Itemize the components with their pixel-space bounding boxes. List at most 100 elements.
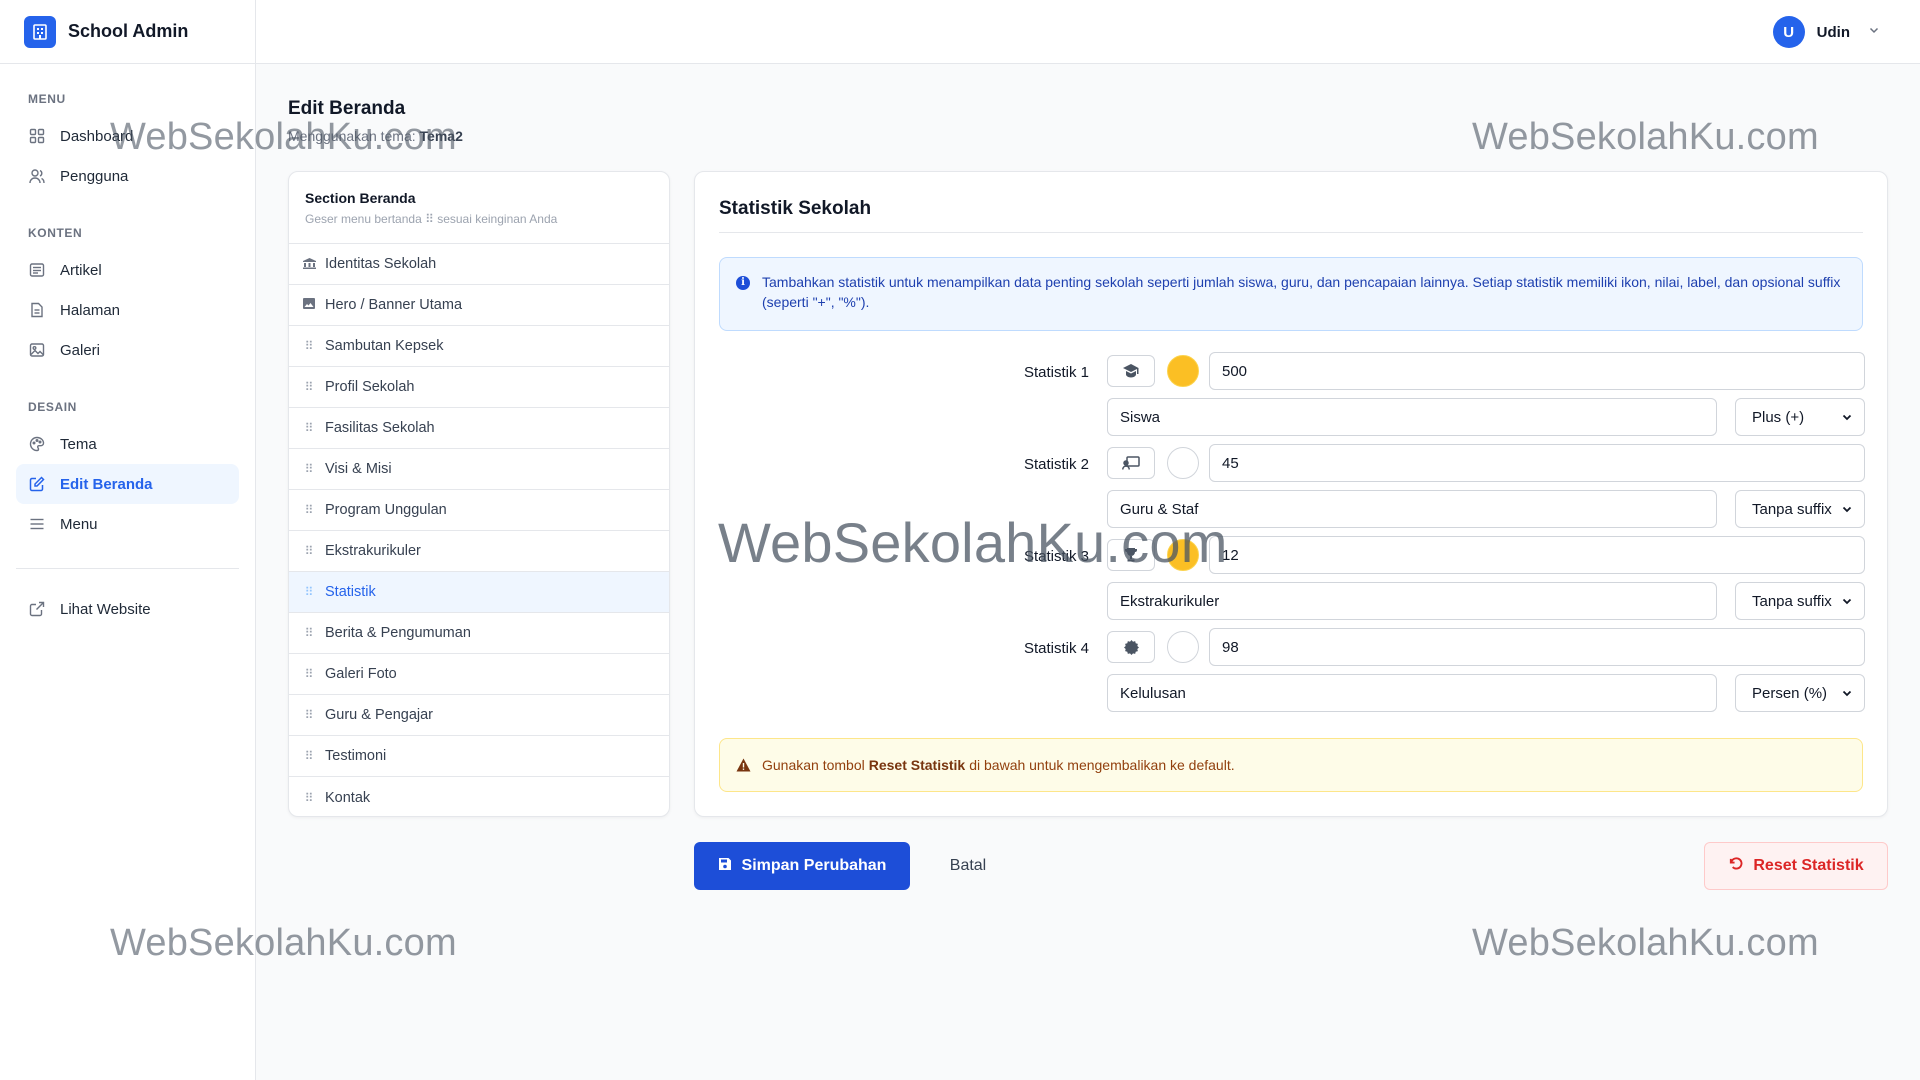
sidebar-item-pengguna[interactable]: Pengguna <box>16 156 239 196</box>
sections-title: Section Beranda <box>305 190 416 206</box>
sidebar-item-tema[interactable]: Tema <box>16 424 239 464</box>
nav-group-konten: KONTEN Artikel Halaman Galeri <box>0 196 255 370</box>
suffix-select[interactable]: Tanpa suffix <box>1735 582 1865 620</box>
drag-handle-icon[interactable]: ⠿ <box>303 339 315 353</box>
section-item-label: Ekstrakurikuler <box>325 543 421 559</box>
stat-value-input[interactable]: 500 <box>1209 352 1865 390</box>
sidebar-item-label: Edit Beranda <box>60 475 153 493</box>
warning-icon <box>736 758 751 775</box>
stat-label: Statistik 3 <box>1023 548 1089 565</box>
sidebar-item-dashboard[interactable]: Dashboard <box>16 116 239 156</box>
section-item-fasilitas-sekolah[interactable]: ⠿ Fasilitas Sekolah <box>289 408 669 449</box>
stat-name-input[interactable]: Guru & Staf <box>1107 490 1717 528</box>
stat-name-input[interactable]: Kelulusan <box>1107 674 1717 712</box>
drag-handle-icon[interactable]: ⠿ <box>303 667 315 681</box>
drag-handle-icon[interactable]: ⠿ <box>303 421 315 435</box>
section-item-label: Visi & Misi <box>325 461 392 477</box>
warning-prefix: Gunakan tombol <box>762 757 865 773</box>
suffix-select[interactable]: Tanpa suffix <box>1735 490 1865 528</box>
drag-handle-icon[interactable]: ⠿ <box>303 544 315 558</box>
section-item-label: Testimoni <box>325 748 387 764</box>
suffix-value: Tanpa suffix <box>1752 500 1832 518</box>
nav-heading: KONTEN <box>28 226 83 240</box>
menu-icon <box>28 515 46 533</box>
section-item-visi-misi[interactable]: ⠿ Visi & Misi <box>289 449 669 490</box>
sidebar-item-lihat-website[interactable]: Lihat Website <box>16 589 239 629</box>
section-item-guru-pengajar[interactable]: ⠿ Guru & Pengajar <box>289 695 669 736</box>
graduate-icon[interactable] <box>1107 355 1155 387</box>
save-button[interactable]: Simpan Perubahan <box>694 842 910 890</box>
warning-bold: Reset Statistik <box>868 757 966 773</box>
section-item-label: Fasilitas Sekolah <box>325 420 435 436</box>
sidebar-item-artikel[interactable]: Artikel <box>16 250 239 290</box>
sidebar-item-edit-beranda[interactable]: Edit Beranda <box>16 464 239 504</box>
undo-icon <box>1728 856 1743 876</box>
section-item-profil-sekolah[interactable]: ⠿ Profil Sekolah <box>289 367 669 408</box>
suffix-value: Plus (+) <box>1752 408 1805 426</box>
section-item-testimoni[interactable]: ⠿ Testimoni <box>289 736 669 777</box>
section-item-label: Program Unggulan <box>325 502 447 518</box>
section-item-program-unggulan[interactable]: ⠿ Program Unggulan <box>289 490 669 531</box>
section-item-label: Galeri Foto <box>325 666 397 682</box>
nav-heading: DESAIN <box>28 400 77 414</box>
topbar: U Udin <box>256 0 1920 64</box>
suffix-select[interactable]: Persen (%) <box>1735 674 1865 712</box>
drag-handle-icon[interactable]: ⠿ <box>303 749 315 763</box>
stat-value-input[interactable]: 12 <box>1209 536 1865 574</box>
drag-handle-icon[interactable]: ⠿ <box>303 503 315 517</box>
watermark: WebSekolahKu.com <box>1472 116 1819 158</box>
app-title: School Admin <box>68 21 189 41</box>
stat-name-input[interactable]: Ekstrakurikuler <box>1107 582 1717 620</box>
drag-handle-icon[interactable]: ⠿ <box>303 791 315 805</box>
trophy-icon[interactable] <box>1107 539 1155 571</box>
drag-handle-icon[interactable]: ⠿ <box>303 462 315 476</box>
user-menu[interactable]: U Udin <box>1772 16 1880 48</box>
sidebar-item-galeri[interactable]: Galeri <box>16 330 239 370</box>
nav-group-external: Lihat Website <box>0 589 255 629</box>
color-swatch-white[interactable] <box>1167 631 1199 663</box>
stat-value-input[interactable]: 98 <box>1209 628 1865 666</box>
section-item-ekstrakurikuler[interactable]: ⠿ Ekstrakurikuler <box>289 531 669 572</box>
image-icon <box>28 341 46 359</box>
drag-handle-icon[interactable]: ⠿ <box>303 380 315 394</box>
color-swatch-yellow[interactable] <box>1167 539 1199 571</box>
cancel-button[interactable]: Batal <box>936 842 1000 890</box>
section-item-identitas-sekolah[interactable]: Identitas Sekolah <box>289 244 669 285</box>
sidebar-item-menu[interactable]: Menu <box>16 504 239 544</box>
stat-value-input[interactable]: 45 <box>1209 444 1865 482</box>
drag-handle-icon[interactable]: ⠿ <box>303 585 315 599</box>
drag-handle-icon[interactable]: ⠿ <box>303 708 315 722</box>
newspaper-icon <box>28 261 46 279</box>
avatar: U <box>1772 16 1805 48</box>
chevron-down-icon <box>1868 23 1880 41</box>
sidebar-item-label: Galeri <box>60 341 101 359</box>
sections-panel: Section Beranda Geser menu bertanda ⠿ se… <box>288 171 670 817</box>
section-item-berita-pengumuman[interactable]: ⠿ Berita & Pengumuman <box>289 613 669 654</box>
building-icon <box>303 257 316 272</box>
sidebar-item-label: Tema <box>60 435 97 453</box>
reset-statistik-button[interactable]: Reset Statistik <box>1704 842 1888 890</box>
brand[interactable]: School Admin <box>0 0 255 64</box>
edit-icon <box>28 475 46 493</box>
stat-name-input[interactable]: Siswa <box>1107 398 1717 436</box>
color-swatch-white[interactable] <box>1167 447 1199 479</box>
drag-handle-icon[interactable]: ⠿ <box>303 626 315 640</box>
color-swatch-yellow[interactable] <box>1167 355 1199 387</box>
suffix-select[interactable]: Plus (+) <box>1735 398 1865 436</box>
file-icon <box>28 301 46 319</box>
nav-divider <box>16 568 239 569</box>
section-item-kontak[interactable]: ⠿ Kontak <box>289 777 669 816</box>
theme-name: Tema2 <box>419 128 463 144</box>
section-item-label: Berita & Pengumuman <box>325 625 471 641</box>
section-item-label: Profil Sekolah <box>325 379 415 395</box>
award-icon[interactable] <box>1107 631 1155 663</box>
stat-label: Statistik 4 <box>1023 640 1089 657</box>
section-item-sambutan-kepsek[interactable]: ⠿ Sambutan Kepsek <box>289 326 669 367</box>
sidebar-item-halaman[interactable]: Halaman <box>16 290 239 330</box>
grid-icon <box>28 127 46 145</box>
section-item-statistik[interactable]: ⠿ Statistik <box>289 572 669 613</box>
section-item-hero-banner[interactable]: Hero / Banner Utama <box>289 285 669 326</box>
sidebar-item-label: Artikel <box>60 261 102 279</box>
teacher-icon[interactable] <box>1107 447 1155 479</box>
section-item-galeri-foto[interactable]: ⠿ Galeri Foto <box>289 654 669 695</box>
